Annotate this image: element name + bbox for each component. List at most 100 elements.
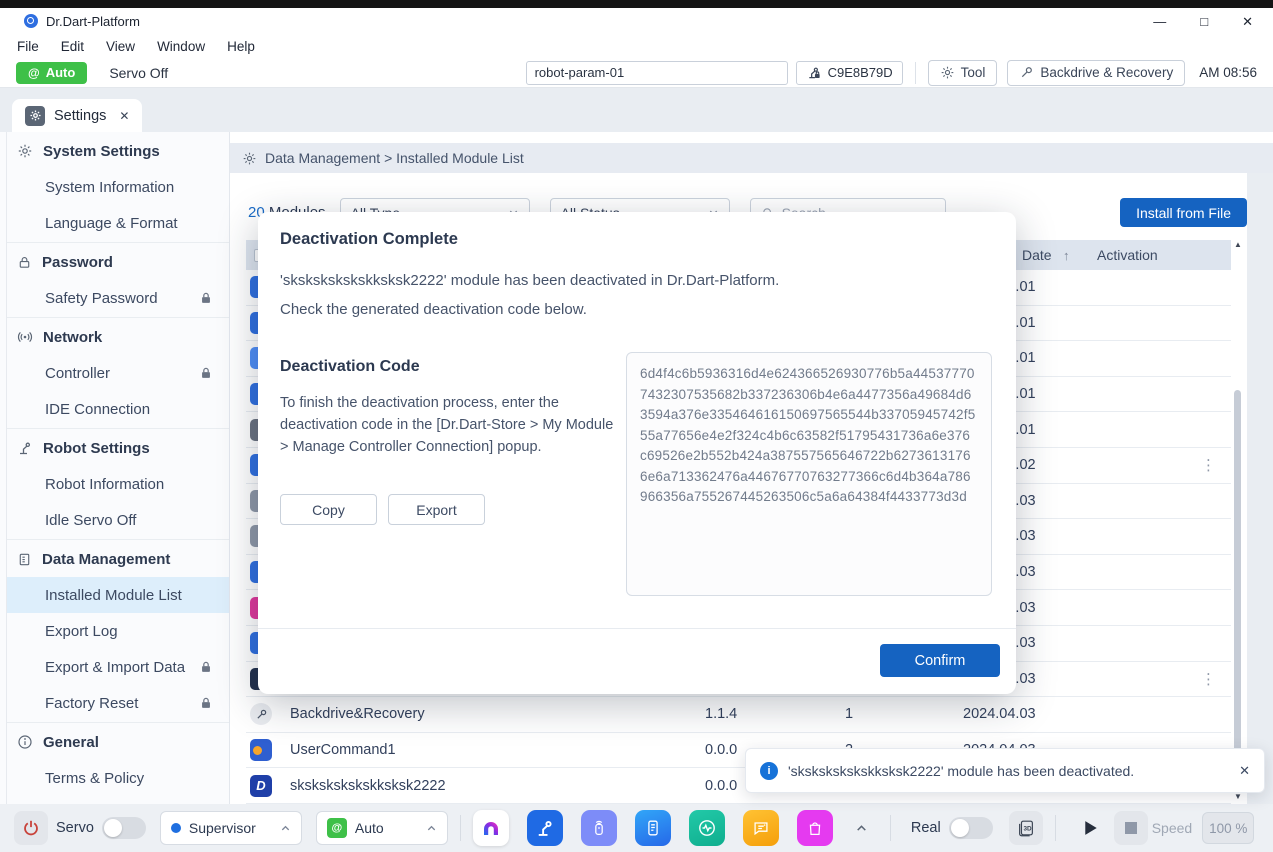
sidebar-section-data-management[interactable]: Data Management <box>7 541 229 577</box>
tab-close-icon[interactable]: ✕ <box>119 109 129 123</box>
sidebar-item-ide-connection[interactable]: IDE Connection <box>7 391 229 427</box>
sidebar-item-factory-reset[interactable]: Factory Reset <box>7 685 229 721</box>
monitoring-icon[interactable] <box>689 810 725 846</box>
tab-settings[interactable]: Settings ✕ <box>12 99 142 132</box>
dialog-divider <box>258 628 1016 629</box>
gear-icon <box>17 143 33 159</box>
app-window: Dr.Dart-Platform — □ ✕ FileEditViewWindo… <box>0 0 1273 852</box>
remote-control-icon[interactable] <box>581 810 617 846</box>
deactivation-complete-dialog: Deactivation Complete 'skskskskskskksksk… <box>258 212 1016 694</box>
sidebar-item-terms-policy[interactable]: Terms & Policy <box>7 760 229 796</box>
export-button[interactable]: Export <box>388 494 485 525</box>
close-button[interactable]: ✕ <box>1242 15 1253 28</box>
lock-icon <box>199 291 213 305</box>
table-scrollbar[interactable]: ▲ ▼ <box>1233 240 1243 802</box>
code-line: 3594a376e335464616150697565544b337059457… <box>640 405 978 426</box>
clock: AM 08:56 <box>1199 65 1257 80</box>
toolbar-separator <box>915 62 916 84</box>
module-version: 0.0.0 <box>705 742 737 758</box>
install-from-file-button[interactable]: Install from File <box>1120 198 1247 227</box>
module-version: 1.1.4 <box>705 706 737 722</box>
column-date[interactable]: Date <box>1022 247 1052 263</box>
tool-button[interactable]: Tool <box>928 60 998 86</box>
servo-label: Servo <box>56 820 94 836</box>
deactivation-instruction: To finish the deactivation process, ente… <box>280 392 614 458</box>
stop-icon <box>1125 822 1137 834</box>
sidebar-item-installed-module-list[interactable]: Installed Module List <box>7 577 229 613</box>
copy-button[interactable]: Copy <box>280 494 377 525</box>
robot-icon <box>17 440 33 456</box>
dialog-message-line1: 'skskskskskskksksk2222' module has been … <box>280 272 779 289</box>
sidebar-item-language-format[interactable]: Language & Format <box>7 205 229 241</box>
menu-file[interactable]: File <box>6 39 50 54</box>
statusbar-separator <box>890 815 891 841</box>
sidebar-item-safety-password[interactable]: Safety Password <box>7 280 229 316</box>
wrench-icon <box>1019 65 1034 80</box>
scroll-up-icon[interactable]: ▲ <box>1233 240 1243 250</box>
table-row[interactable]: Backdrive&Recovery1.1.412024.04.03 <box>246 697 1231 733</box>
sidebar-section-password[interactable]: Password <box>7 244 229 280</box>
network-icon <box>17 329 33 345</box>
column-activation: Activation <box>1097 247 1158 263</box>
real-mode-toggle[interactable] <box>949 817 993 839</box>
sidebar-section-general[interactable]: General <box>7 724 229 760</box>
dart-module-icon: D <box>250 775 272 797</box>
info-icon: i <box>760 762 778 780</box>
code-line: 6e6a713362476a44676770763277366c6d4b364a… <box>640 467 978 488</box>
menu-help[interactable]: Help <box>216 39 266 54</box>
backdrive-recovery-button[interactable]: Backdrive & Recovery <box>1007 60 1185 86</box>
dart-home-icon[interactable] <box>473 810 509 846</box>
breadcrumb-gear-icon <box>242 151 257 166</box>
sidebar-item-robot-information[interactable]: Robot Information <box>7 466 229 502</box>
confirm-button[interactable]: Confirm <box>880 644 1000 677</box>
3d-viewer-button[interactable]: 3D <box>1009 811 1043 845</box>
robot-id-button[interactable]: C9E8B79D <box>796 61 903 85</box>
module-name: Backdrive&Recovery <box>290 706 425 722</box>
tab-strip: Settings ✕ <box>0 88 1273 132</box>
scroll-down-icon[interactable]: ▼ <box>1233 792 1243 802</box>
speed-value[interactable]: 100 % <box>1202 812 1254 844</box>
menu-window[interactable]: Window <box>146 39 216 54</box>
window-title: Dr.Dart-Platform <box>46 14 140 29</box>
menu-edit[interactable]: Edit <box>50 39 95 54</box>
servo-toggle[interactable] <box>102 817 146 839</box>
backdrive-module-icon <box>250 703 272 725</box>
mode-dropdown[interactable]: @ Auto <box>316 811 448 845</box>
lock-icon <box>199 696 213 710</box>
sidebar-item-idle-servo-off[interactable]: Idle Servo Off <box>7 502 229 538</box>
row-menu-button[interactable]: ⋮ <box>1201 456 1216 474</box>
lock-icon <box>17 255 32 270</box>
toast-close-icon[interactable]: ✕ <box>1239 763 1250 779</box>
user-role-dropdown[interactable]: Supervisor <box>160 811 302 845</box>
store-icon[interactable] <box>797 810 833 846</box>
task-writer-icon[interactable] <box>635 810 671 846</box>
chevron-up-icon <box>280 823 291 834</box>
row-menu-button[interactable]: ⋮ <box>1201 670 1216 688</box>
message-icon[interactable] <box>743 810 779 846</box>
sidebar-section-system-settings[interactable]: System Settings <box>7 133 229 169</box>
sidebar-item-system-information[interactable]: System Information <box>7 169 229 205</box>
module-count: 1 <box>845 706 853 722</box>
play-button[interactable] <box>1078 815 1104 841</box>
data-icon <box>17 552 32 567</box>
minimize-button[interactable]: — <box>1153 15 1166 28</box>
sidebar-item-export-import-data[interactable]: Export & Import Data <box>7 649 229 685</box>
code-line: 55a77656e4e2f324c4b6c63582f51795431736a6… <box>640 426 978 447</box>
power-button[interactable] <box>14 811 48 845</box>
robot-settings-icon[interactable] <box>527 810 563 846</box>
scrollbar-thumb[interactable] <box>1234 390 1241 785</box>
menu-view[interactable]: View <box>95 39 146 54</box>
sidebar-item-controller[interactable]: Controller <box>7 355 229 391</box>
collapse-dock-icon[interactable] <box>855 822 868 835</box>
deactivation-code-box[interactable]: 6d4f4c6b5936316d4e624366526930776b5a4453… <box>626 352 992 596</box>
module-name: skskskskskskksksk2222 <box>290 778 446 794</box>
sidebar-section-robot-settings[interactable]: Robot Settings <box>7 430 229 466</box>
sidebar-item-export-log[interactable]: Export Log <box>7 613 229 649</box>
speed-label: Speed <box>1152 820 1192 836</box>
sidebar-section-network[interactable]: Network <box>7 319 229 355</box>
robot-param-input[interactable] <box>526 61 788 85</box>
auto-mode-badge[interactable]: @Auto <box>16 62 87 84</box>
sort-asc-icon[interactable]: ↑ <box>1063 248 1070 263</box>
maximize-button[interactable]: □ <box>1200 15 1208 28</box>
stop-button[interactable] <box>1114 811 1148 845</box>
